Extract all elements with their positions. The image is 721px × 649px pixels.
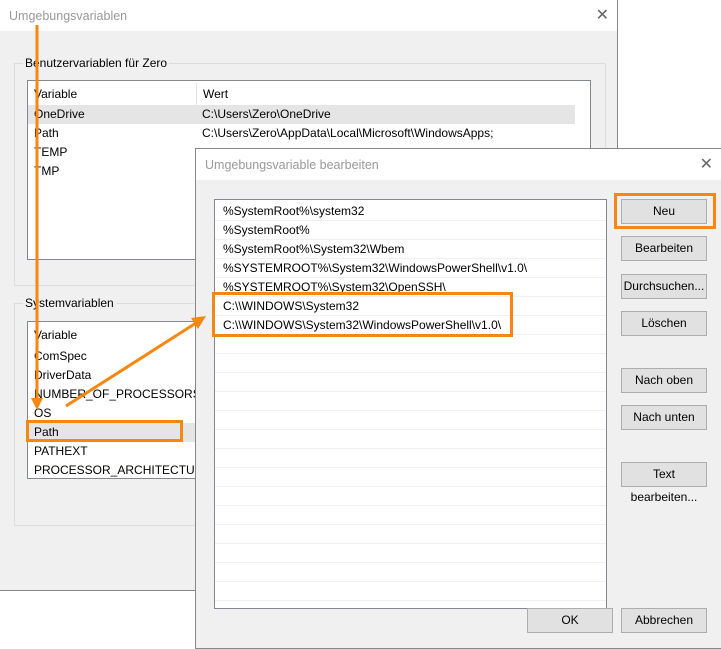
arrow-head-down-icon xyxy=(31,398,43,410)
diagonal-arrow-line xyxy=(65,321,197,408)
annotation-arrows xyxy=(31,25,206,410)
arrow-head-diagonal-icon xyxy=(191,316,206,329)
